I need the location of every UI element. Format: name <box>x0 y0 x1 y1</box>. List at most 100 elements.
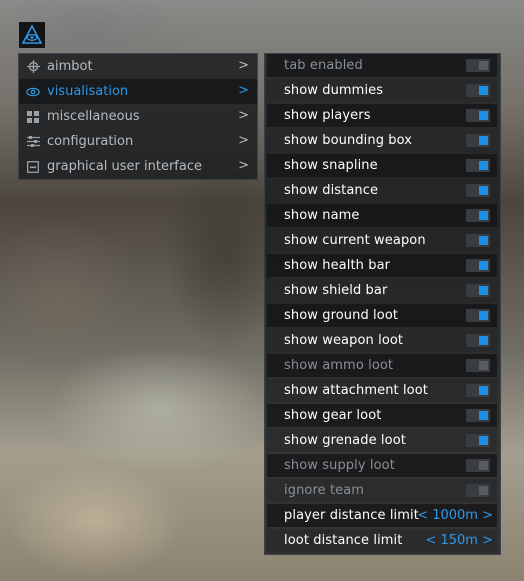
category-menu: aimbot > visualisation > miscellaneous >… <box>18 53 258 180</box>
setting-label: show attachment loot <box>284 383 428 398</box>
toggle-switch[interactable] <box>466 334 490 347</box>
toggle-knob <box>479 236 488 245</box>
setting-row[interactable]: show snapline <box>267 154 497 177</box>
setting-row[interactable]: show name <box>267 204 497 227</box>
toggle-knob <box>479 161 488 170</box>
setting-row: player distance limit < 1000m > <box>267 504 497 527</box>
setting-row[interactable]: tab enabled <box>267 54 497 77</box>
toggle-knob <box>479 336 488 345</box>
visualisation-settings-panel: tab enabled show dummies show players show … <box>264 53 501 555</box>
setting-row[interactable]: show health bar <box>267 254 497 277</box>
toggle-knob <box>479 186 488 195</box>
eye-triangle-icon <box>22 25 42 44</box>
menu-item-aimbot[interactable]: aimbot > <box>19 54 257 79</box>
setting-row[interactable]: show weapon loot <box>267 329 497 352</box>
menu-item-miscellaneous[interactable]: miscellaneous > <box>19 104 257 129</box>
setting-label: show name <box>284 208 360 223</box>
toggle-switch[interactable] <box>466 384 490 397</box>
toggle-knob <box>479 211 488 220</box>
setting-row[interactable]: show supply loot <box>267 454 497 477</box>
setting-label: show weapon loot <box>284 333 404 348</box>
toggle-switch[interactable] <box>466 359 490 372</box>
menu-item-configuration[interactable]: configuration > <box>19 129 257 154</box>
chevron-right-icon: > <box>238 58 249 73</box>
setting-label: show bounding box <box>284 133 413 148</box>
setting-label: show distance <box>284 183 379 198</box>
toggle-knob <box>479 261 488 270</box>
setting-label: show current weapon <box>284 233 426 248</box>
setting-row: loot distance limit < 150m > <box>267 529 497 552</box>
chevron-right-icon: > <box>238 133 249 148</box>
toggle-switch[interactable] <box>466 134 490 147</box>
setting-row[interactable]: show distance <box>267 179 497 202</box>
crosshair-icon <box>26 60 40 74</box>
setting-label: loot distance limit <box>284 533 403 548</box>
setting-row[interactable]: show attachment loot <box>267 379 497 402</box>
toggle-knob <box>479 461 488 470</box>
toggle-switch[interactable] <box>466 209 490 222</box>
setting-row[interactable]: show dummies <box>267 79 497 102</box>
setting-label: ignore team <box>284 483 365 498</box>
toggle-switch[interactable] <box>466 284 490 297</box>
toggle-switch[interactable] <box>466 484 490 497</box>
setting-label: tab enabled <box>284 58 363 73</box>
toggle-switch[interactable] <box>466 159 490 172</box>
toggle-switch[interactable] <box>466 259 490 272</box>
sliders-icon <box>26 135 40 149</box>
toggle-switch[interactable] <box>466 59 490 72</box>
window-icon <box>26 160 40 174</box>
toggle-switch[interactable] <box>466 184 490 197</box>
eye-icon <box>26 85 40 99</box>
toggle-knob <box>479 111 488 120</box>
setting-label: show health bar <box>284 258 391 273</box>
menu-item-label: aimbot <box>47 59 93 74</box>
setting-label: show gear loot <box>284 408 382 423</box>
setting-row[interactable]: show current weapon <box>267 229 497 252</box>
toggle-knob <box>479 411 488 420</box>
toggle-switch[interactable] <box>466 234 490 247</box>
setting-row[interactable]: show gear loot <box>267 404 497 427</box>
setting-row[interactable]: ignore team <box>267 479 497 502</box>
menu-item-label: graphical user interface <box>47 159 202 174</box>
toggle-switch[interactable] <box>466 459 490 472</box>
toggle-knob <box>479 86 488 95</box>
toggle-knob <box>479 286 488 295</box>
toggle-switch[interactable] <box>466 109 490 122</box>
toggle-knob <box>479 436 488 445</box>
setting-label: show ammo loot <box>284 358 394 373</box>
menu-item-label: visualisation <box>47 84 129 99</box>
toggle-knob <box>479 361 488 370</box>
toggle-knob <box>479 311 488 320</box>
toggle-knob <box>479 386 488 395</box>
toggle-switch[interactable] <box>466 84 490 97</box>
toggle-switch[interactable] <box>466 434 490 447</box>
setting-row[interactable]: show ground loot <box>267 304 497 327</box>
setting-label: player distance limit <box>284 508 419 523</box>
menu-item-graphical-user-interface[interactable]: graphical user interface > <box>19 154 257 179</box>
chevron-right-icon: > <box>238 108 249 123</box>
grid-icon <box>26 110 40 124</box>
menu-item-visualisation[interactable]: visualisation > <box>19 79 257 104</box>
setting-label: show shield bar <box>284 283 388 298</box>
toggle-switch[interactable] <box>466 409 490 422</box>
chevron-right-icon: > <box>238 158 249 173</box>
loot-distance-stepper[interactable]: < 150m > <box>425 533 493 548</box>
setting-row[interactable]: show players <box>267 104 497 127</box>
toggle-knob <box>479 486 488 495</box>
setting-row[interactable]: show ammo loot <box>267 354 497 377</box>
toggle-knob <box>479 61 488 70</box>
setting-label: show players <box>284 108 371 123</box>
setting-row[interactable]: show shield bar <box>267 279 497 302</box>
toggle-knob <box>479 136 488 145</box>
toggle-switch[interactable] <box>466 309 490 322</box>
setting-label: show grenade loot <box>284 433 406 448</box>
player-distance-stepper[interactable]: < 1000m > <box>417 508 493 523</box>
chevron-right-icon: > <box>238 83 249 98</box>
menu-item-label: configuration <box>47 134 134 149</box>
setting-label: show ground loot <box>284 308 399 323</box>
setting-row[interactable]: show bounding box <box>267 129 497 152</box>
app-logo <box>19 22 45 48</box>
setting-label: show snapline <box>284 158 378 173</box>
setting-row[interactable]: show grenade loot <box>267 429 497 452</box>
setting-label: show supply loot <box>284 458 395 473</box>
